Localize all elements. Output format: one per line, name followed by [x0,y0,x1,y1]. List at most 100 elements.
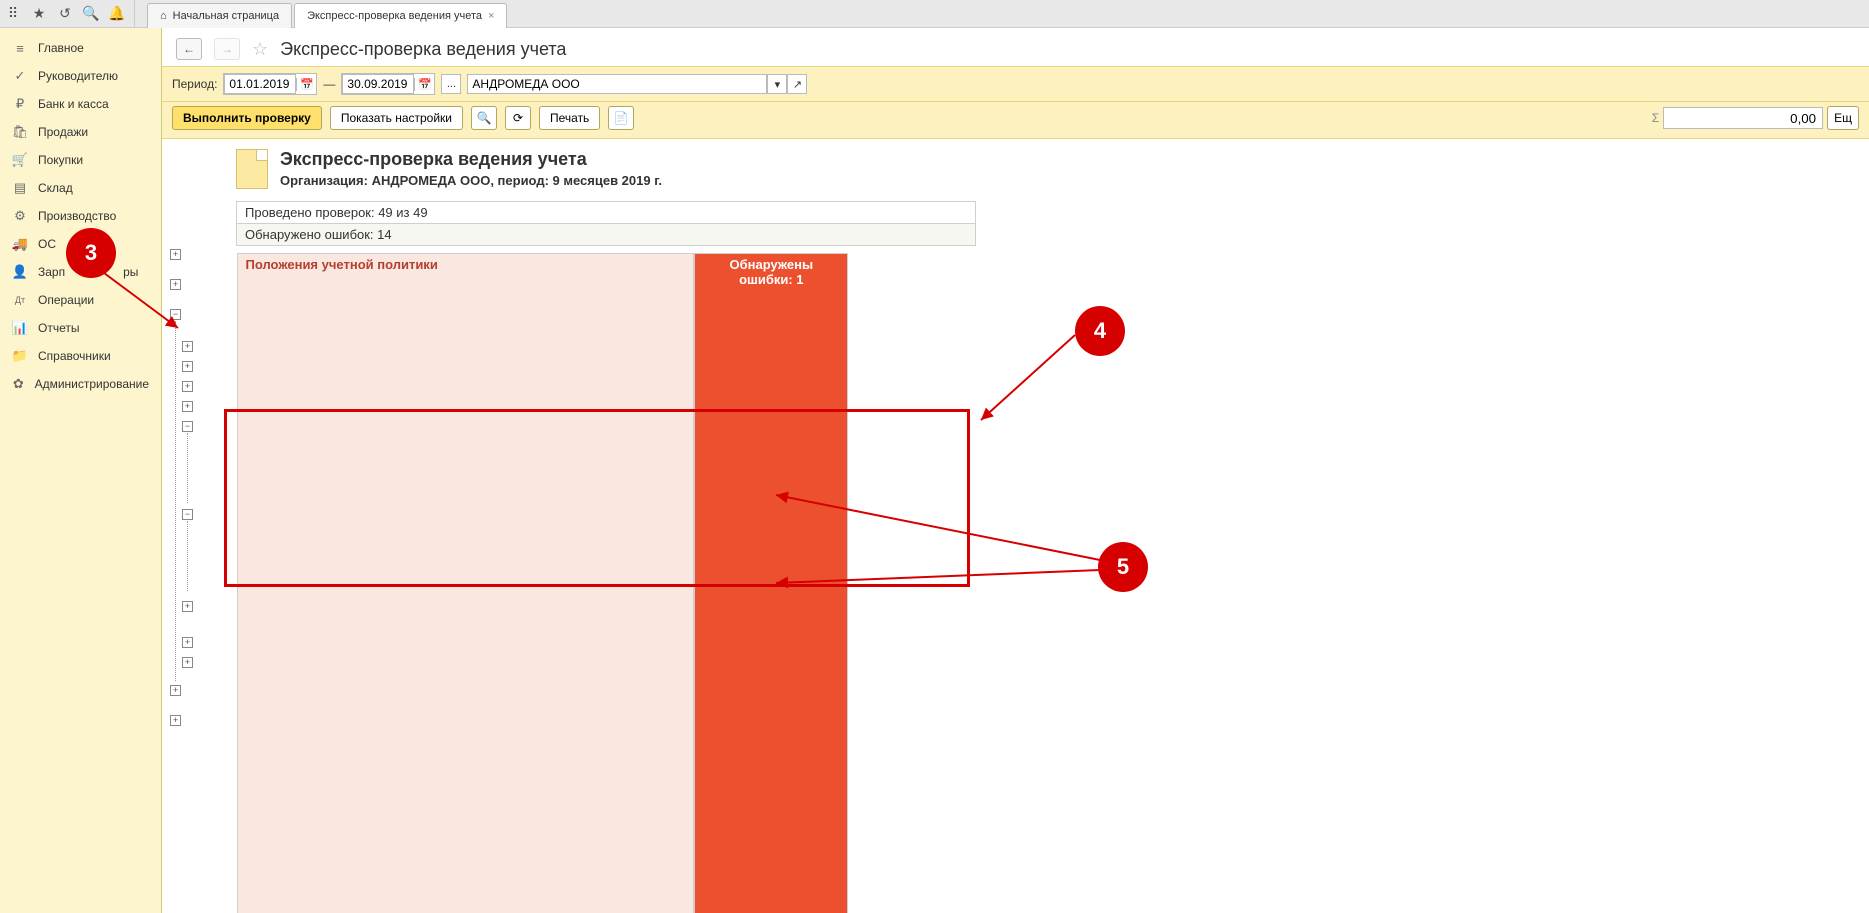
person-icon: 👤 [12,264,28,280]
callout-3: 3 [66,228,116,278]
sidebar-item-label: Зарп [38,265,65,279]
sidebar-item-manager[interactable]: ✓ Руководителю [0,62,161,90]
expand-toggle[interactable]: + [182,657,193,668]
date-to-input[interactable]: 📅 [341,73,435,95]
sidebar-item-label: Руководителю [38,69,118,83]
home-icon: ⌂ [160,10,167,22]
sidebar-item-label: Главное [38,41,84,55]
gear-icon: ⚙ [12,208,28,224]
menu-icon: ≡ [12,40,28,56]
back-button[interactable]: ← [176,38,202,60]
expand-toggle[interactable]: + [170,715,181,726]
tab-home-label: Начальная страница [173,10,279,22]
sidebar-item-label: Операции [38,293,94,307]
sidebar-item-sales[interactable]: 🛍 Продажи [0,118,161,146]
sidebar-item-label: Производство [38,209,116,223]
section-policy[interactable]: Положения учетной политикиОбнаружены оши… [237,253,849,913]
find-button[interactable]: 🔍 [471,106,497,130]
sigma-label: Σ [1652,111,1659,125]
expand-toggle[interactable]: − [182,509,193,520]
report-title: Экспресс-проверка ведения учета [280,149,662,170]
sidebar-item-label: Справочники [38,349,111,363]
organization-input[interactable] [467,74,767,94]
report-header: Экспресс-проверка ведения учета Организа… [172,145,1859,195]
expand-toggle[interactable]: + [170,279,181,290]
box-icon: ▤ [12,180,28,196]
ruble-icon: ₽ [12,96,28,112]
sidebar-item-label: Склад [38,181,73,195]
search-icon[interactable]: 🔍 [78,0,104,28]
sum-field[interactable] [1663,107,1823,129]
sidebar-item-label: Банк и касса [38,97,109,111]
callout-5: 5 [1098,542,1148,592]
sidebar-item-label: Продажи [38,125,88,139]
dt-icon: Дт [12,292,28,308]
document-icon [236,149,268,189]
expand-toggle[interactable]: + [182,401,193,412]
report-icon: 📊 [12,320,28,336]
errors-count: Обнаружено ошибок: 14 [236,223,976,246]
content-header: ← → ☆ Экспресс-проверка ведения учета [162,28,1869,66]
expand-toggle[interactable]: − [182,421,193,432]
print-button[interactable]: Печать [539,106,600,130]
bag-icon: 🛍 [12,124,28,140]
callout-4: 4 [1075,306,1125,356]
filter-bar: Период: 📅 — 📅 ... ▾ ↗ [162,66,1869,102]
sidebar-item-warehouse[interactable]: ▤ Склад [0,174,161,202]
expand-toggle[interactable]: + [182,361,193,372]
refresh-button[interactable]: ⟳ [505,106,531,130]
sidebar-item-label: ОС [38,237,56,251]
close-icon[interactable]: × [488,10,494,22]
show-settings-button[interactable]: Показать настройки [330,106,463,130]
report-area: + + − + + + + − − + + + + + [162,139,1869,913]
history-icon[interactable]: ↺ [52,0,78,28]
sidebar-item-production[interactable]: ⚙ Производство [0,202,161,230]
expand-toggle[interactable]: + [170,685,181,696]
export-button[interactable]: 📄 [608,106,634,130]
system-toolbar: ⠿ ★ ↺ 🔍 🔔 ⌂ Начальная страница Экспресс-… [0,0,1869,28]
sidebar-item-main[interactable]: ≡ Главное [0,34,161,62]
folder-icon: 📁 [12,348,28,364]
sidebar-item-label: Администрирование [35,377,149,391]
checks-count: Проведено проверок: 49 из 49 [236,201,976,224]
run-check-button[interactable]: Выполнить проверку [172,106,322,130]
tab-express-check[interactable]: Экспресс-проверка ведения учета × [294,3,507,28]
expand-toggle[interactable]: − [170,309,181,320]
sidebar-item-label: Отчеты [38,321,79,335]
settings-icon: ✿ [12,376,25,392]
favorite-icon[interactable]: ☆ [252,39,268,60]
period-label: Период: [172,77,217,91]
calendar-icon[interactable]: 📅 [414,78,434,91]
report-subtitle: Организация: АНДРОМЕДА ООО, период: 9 ме… [280,173,662,188]
calendar-icon[interactable]: 📅 [296,78,316,91]
expand-toggle[interactable]: + [170,249,181,260]
tab-express-label: Экспресс-проверка ведения учета [307,10,482,22]
expand-toggle[interactable]: + [182,381,193,392]
star-icon[interactable]: ★ [26,0,52,28]
bell-icon[interactable]: 🔔 [104,0,130,28]
sidebar-item-purchases[interactable]: 🛒 Покупки [0,146,161,174]
more-button[interactable]: Ещ [1827,106,1859,130]
truck-icon: 🚚 [12,236,28,252]
action-bar: Выполнить проверку Показать настройки 🔍 … [162,102,1869,139]
expand-toggle[interactable]: + [182,601,193,612]
org-dropdown-button[interactable]: ▾ [767,74,787,94]
date-from-input[interactable]: 📅 [223,73,317,95]
sidebar: ≡ Главное ✓ Руководителю ₽ Банк и касса 🛍 Пр… [0,28,162,913]
tab-home[interactable]: ⌂ Начальная страница [147,3,292,28]
forward-button[interactable]: → [214,38,240,60]
sidebar-item-bank[interactable]: ₽ Банк и касса [0,90,161,118]
period-select-button[interactable]: ... [441,74,461,94]
expand-toggle[interactable]: + [182,637,193,648]
org-open-button[interactable]: ↗ [787,74,807,94]
cart-icon: 🛒 [12,152,28,168]
sidebar-item-label: Покупки [38,153,83,167]
apps-icon[interactable]: ⠿ [0,0,26,28]
expand-toggle[interactable]: + [182,341,193,352]
sidebar-item-reports[interactable]: 📊 Отчеты [0,314,161,342]
chart-icon: ✓ [12,68,28,84]
sidebar-item-directories[interactable]: 📁 Справочники [0,342,161,370]
sidebar-item-operations[interactable]: Дт Операции [0,286,161,314]
sidebar-item-admin[interactable]: ✿ Администрирование [0,370,161,398]
page-title: Экспресс-проверка ведения учета [280,39,566,60]
